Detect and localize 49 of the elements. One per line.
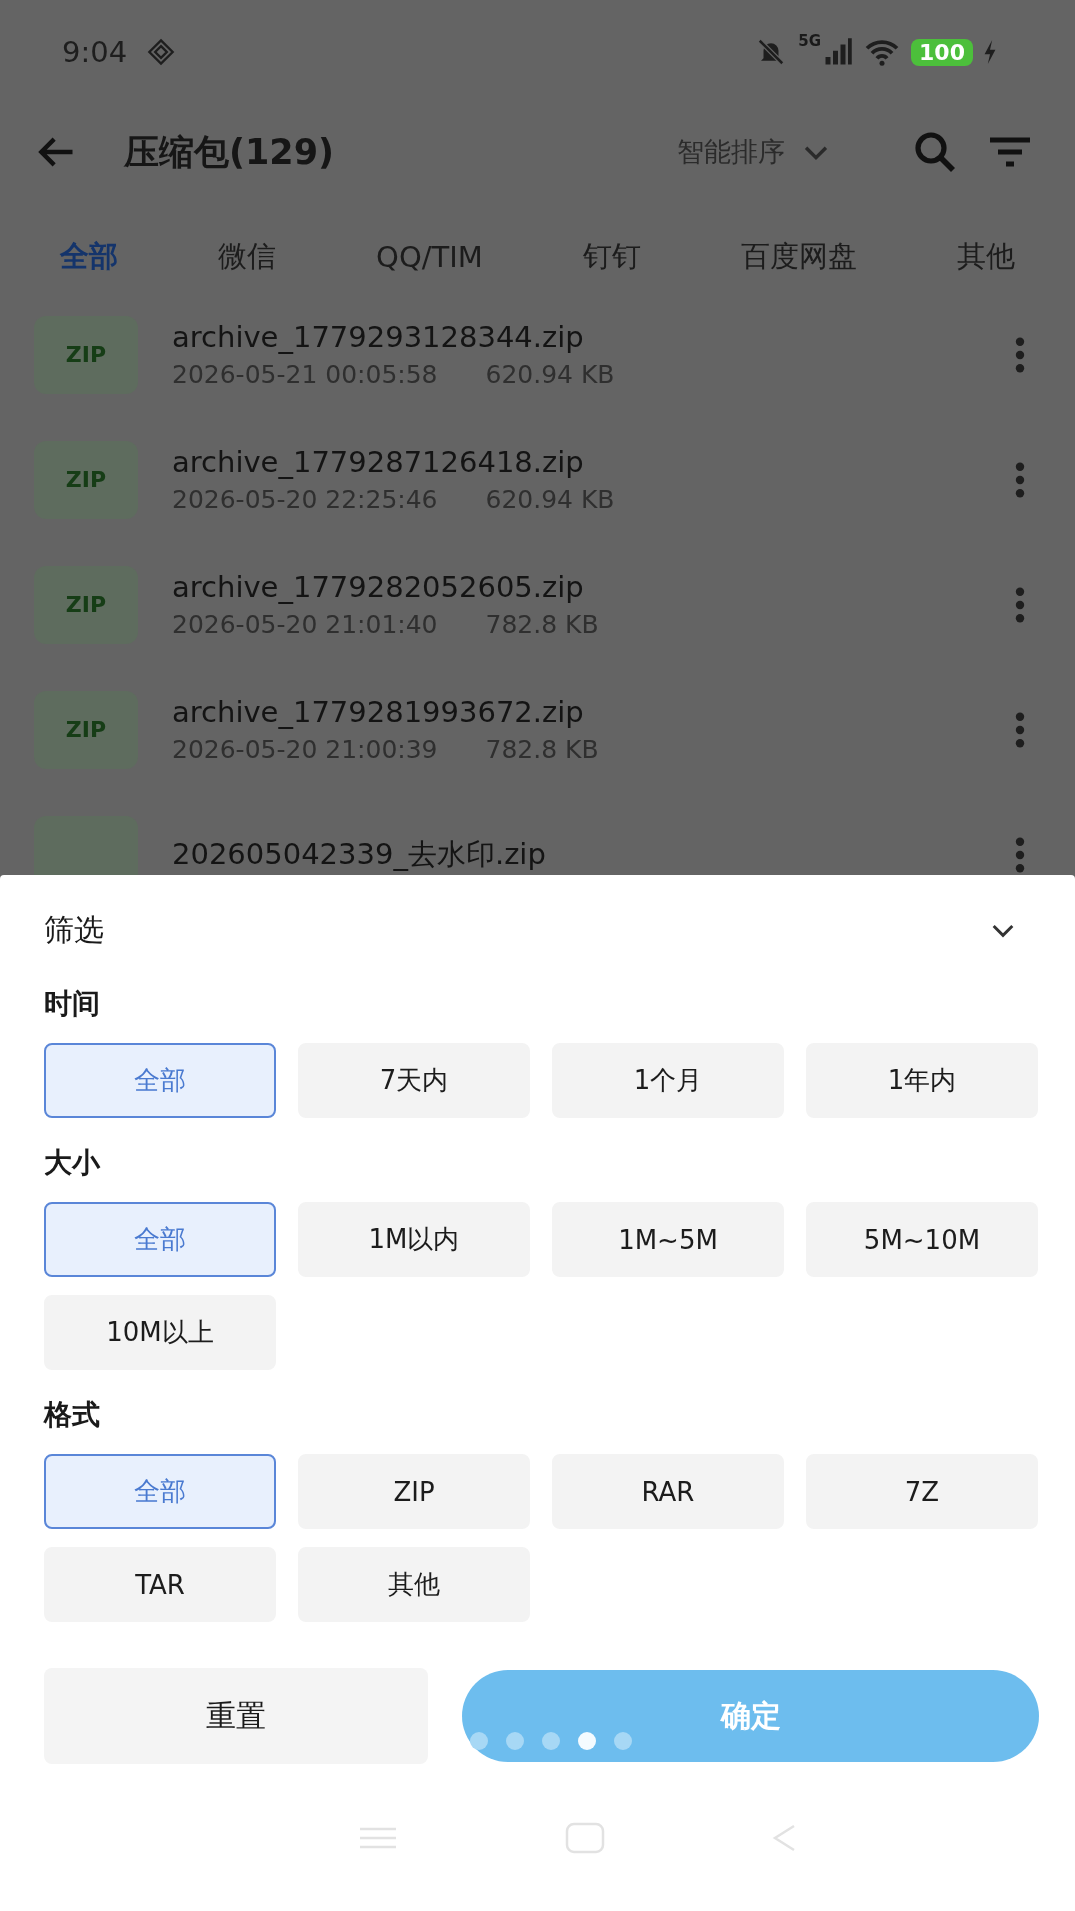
sheet-title: 筛选 bbox=[44, 910, 104, 949]
filter-group-label: 时间 bbox=[44, 986, 101, 1022]
filter-option[interactable]: 7天内 bbox=[298, 1043, 530, 1118]
filter-option[interactable]: 全部 bbox=[44, 1202, 276, 1277]
filter-option[interactable]: 7Z bbox=[806, 1454, 1038, 1529]
filter-group-label: 格式 bbox=[44, 1397, 101, 1433]
filter-option[interactable]: RAR bbox=[552, 1454, 784, 1529]
more-options-icon[interactable] bbox=[1015, 586, 1025, 623]
page-title: 压缩包(129) bbox=[124, 130, 335, 174]
confirm-button[interactable]: 确定 bbox=[462, 1670, 1039, 1762]
filter-option[interactable]: 10M以上 bbox=[44, 1295, 276, 1370]
more-options-icon[interactable] bbox=[1015, 711, 1025, 748]
file-name[interactable]: archive_1779293128344.zip bbox=[172, 320, 981, 354]
reset-button[interactable]: 重置 bbox=[44, 1668, 428, 1764]
file-name[interactable]: archive_1779287126418.zip bbox=[172, 445, 981, 479]
status-time: 9:04 bbox=[62, 35, 128, 69]
filter-group-label: 大小 bbox=[44, 1145, 101, 1181]
zip-file-icon: ZIP bbox=[34, 690, 138, 769]
battery-level: 100 bbox=[911, 38, 973, 66]
filter-option[interactable]: TAR bbox=[44, 1547, 276, 1622]
category-tab[interactable]: 微信 bbox=[218, 222, 277, 292]
filter-option[interactable]: 1M以内 bbox=[298, 1202, 530, 1277]
file-name[interactable]: archive_1779281993672.zip bbox=[172, 695, 981, 729]
sort-dropdown[interactable]: 智能排序 bbox=[677, 134, 833, 170]
filter-option[interactable]: 全部 bbox=[44, 1043, 276, 1118]
filter-option[interactable]: 1年内 bbox=[806, 1043, 1038, 1118]
category-tab[interactable]: 百度网盘 bbox=[740, 222, 857, 292]
filter-option[interactable]: 其他 bbox=[298, 1547, 530, 1622]
network-type: 5G bbox=[798, 32, 822, 50]
more-options-icon[interactable] bbox=[1015, 836, 1025, 873]
more-options-icon[interactable] bbox=[1015, 461, 1025, 498]
zip-file-icon: ZIP bbox=[34, 440, 138, 519]
file-name[interactable]: archive_1779282052605.zip bbox=[172, 570, 981, 604]
filter-option[interactable]: 全部 bbox=[44, 1454, 276, 1529]
more-options-icon[interactable] bbox=[1015, 336, 1025, 373]
diamond-icon bbox=[147, 38, 176, 66]
category-tab[interactable]: QQ/TIM bbox=[376, 222, 483, 292]
file-name[interactable]: 202605042339_去水印.zip bbox=[172, 834, 981, 875]
category-tab[interactable]: 钉钉 bbox=[582, 222, 641, 292]
category-tab[interactable]: 其他 bbox=[956, 222, 1015, 292]
charging-bolt-icon bbox=[983, 39, 997, 65]
category-tab[interactable]: 全部 bbox=[60, 222, 118, 292]
filter-option[interactable]: 1个月 bbox=[552, 1043, 784, 1118]
zip-file-icon: ZIP bbox=[34, 565, 138, 644]
filter-option[interactable]: 5M~10M bbox=[806, 1202, 1038, 1277]
filter-option[interactable]: 1M~5M bbox=[552, 1202, 784, 1277]
filter-option[interactable]: ZIP bbox=[298, 1454, 530, 1529]
zip-file-icon: ZIP bbox=[34, 315, 138, 394]
signal-icon bbox=[823, 37, 854, 67]
